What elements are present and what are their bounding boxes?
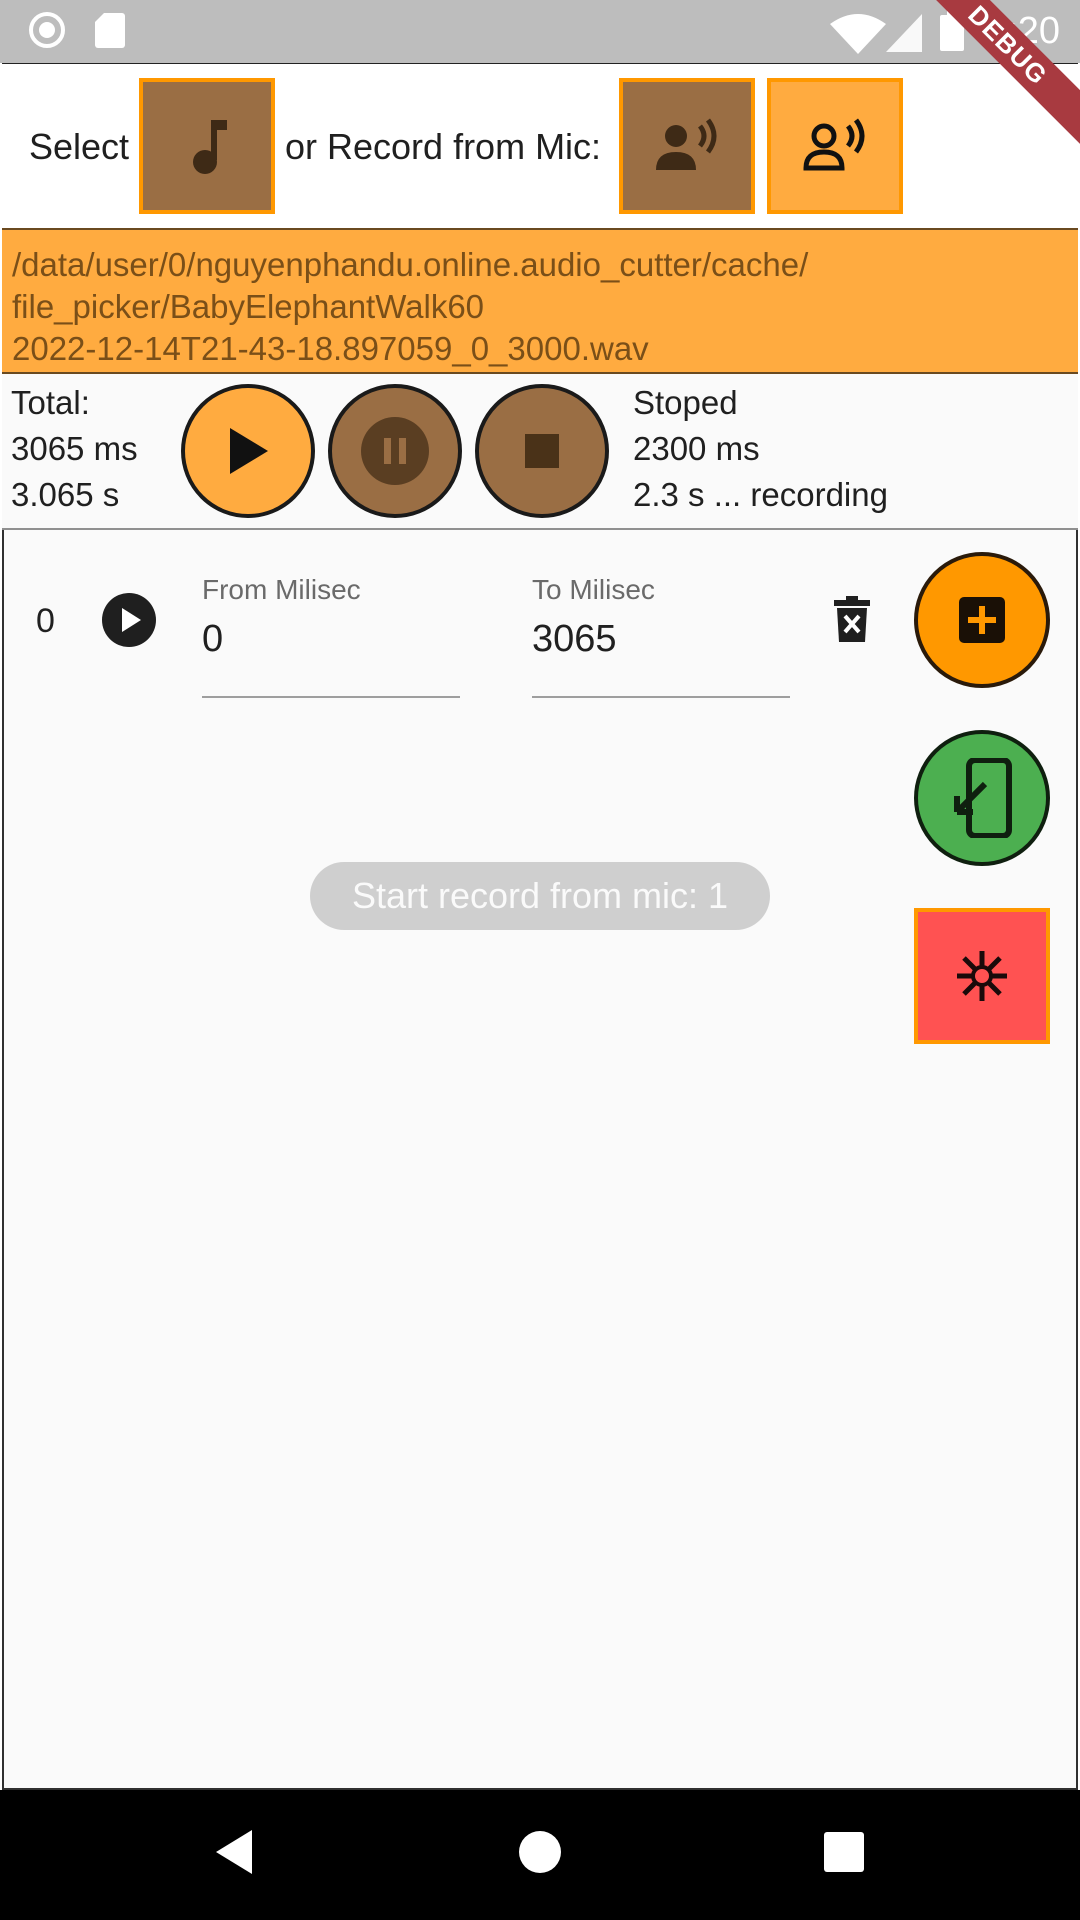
signal-icon	[886, 14, 922, 52]
stop-icon	[525, 434, 559, 468]
total-ms: 3065 ms	[11, 430, 138, 467]
play-circle-icon[interactable]	[101, 592, 157, 648]
play-icon	[230, 428, 268, 474]
recents-icon[interactable]	[824, 1832, 864, 1872]
total-info: Total: 3065 ms 3.065 s	[11, 380, 138, 518]
voice-record-icon	[803, 118, 865, 171]
pause-circle-icon	[361, 417, 429, 485]
navigation-bar	[0, 1790, 1080, 1920]
status-info: Stoped 2300 ms 2.3 s ... recording	[633, 380, 888, 518]
source-select-row: Select or Record from Mic:	[2, 64, 1078, 228]
to-milisec-underline	[532, 696, 790, 698]
position-ms: 2300 ms	[633, 430, 760, 467]
position-s: 2.3 s ... recording	[633, 476, 888, 513]
stop-button[interactable]	[475, 384, 609, 518]
to-milisec-label: To Milisec	[532, 574, 655, 605]
delete-icon[interactable]	[834, 596, 870, 642]
segment-index: 0	[36, 602, 55, 640]
player-row: Total: 3065 ms 3.065 s Stoped 2300 ms 2.…	[2, 374, 1078, 530]
wifi-icon	[830, 14, 886, 54]
from-milisec-field[interactable]: 0	[202, 618, 223, 661]
segment-row: 0 From Milisec 0 To Milisec 3065	[2, 540, 902, 710]
music-note-icon	[193, 120, 227, 174]
select-label: Select	[29, 126, 130, 167]
file-path-line-1: /data/user/0/nguyenphandu.online.audio_c…	[12, 246, 809, 283]
to-milisec-field[interactable]: 3065	[532, 618, 617, 661]
play-button[interactable]	[181, 384, 315, 518]
voice-record-icon	[656, 118, 717, 170]
asterisk-icon	[957, 951, 1007, 1001]
total-s: 3.065 s	[11, 476, 120, 513]
record-mic-button-2[interactable]	[767, 78, 903, 214]
pause-button[interactable]	[328, 384, 462, 518]
file-path-line-3: 2022-12-14T21-43-18.897059_0_3000.wav	[12, 330, 649, 367]
toast-message: Start record from mic: 1	[310, 862, 770, 930]
back-icon[interactable]	[214, 1828, 254, 1876]
record-from-mic-label: or Record from Mic:	[285, 126, 602, 167]
add-segment-button[interactable]	[914, 552, 1050, 688]
phone-export-icon	[954, 758, 1012, 838]
from-milisec-underline	[202, 696, 460, 698]
player-status: Stoped	[633, 384, 738, 421]
record-mic-button-1[interactable]	[619, 78, 755, 214]
file-path-line-2: file_picker/BabyElephantWalk60	[12, 288, 485, 325]
export-button[interactable]	[914, 730, 1050, 866]
status-bar: 8:20	[0, 0, 1080, 63]
record-circle-icon	[29, 12, 65, 48]
total-label: Total:	[11, 384, 90, 421]
cut-button[interactable]	[914, 908, 1050, 1044]
from-milisec-label: From Milisec	[202, 574, 361, 605]
add-box-icon	[959, 597, 1005, 643]
sd-card-icon	[95, 13, 125, 48]
file-path-bar: /data/user/0/nguyenphandu.online.audio_c…	[2, 228, 1078, 374]
home-icon[interactable]	[518, 1830, 562, 1874]
pick-file-button[interactable]	[139, 78, 275, 214]
